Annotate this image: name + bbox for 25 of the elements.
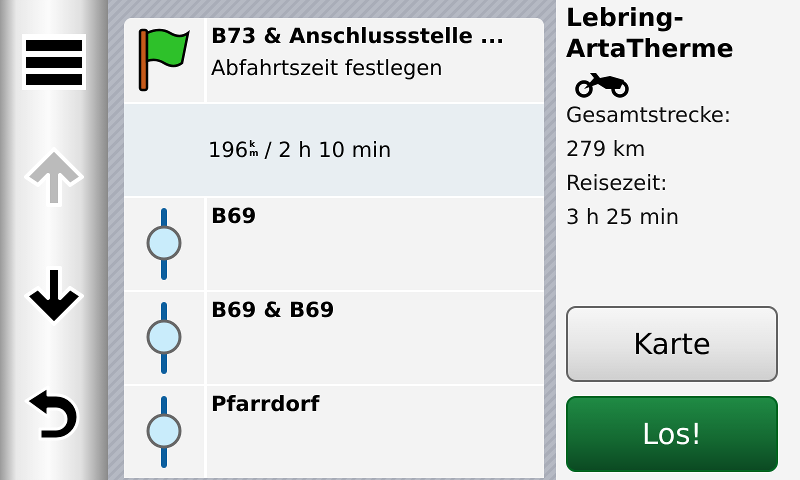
route-stop-row[interactable]: B69 [124,198,544,290]
travel-time-label: Reisezeit: [566,170,668,197]
up-arrow-icon [22,144,86,208]
stop-name: B69 [211,204,258,228]
stop-name: Pfarrdorf [211,392,320,416]
route-stop-row[interactable]: Pfarrdorf [124,386,544,478]
waypoint-icon [144,394,184,470]
map-button[interactable]: Karte [566,306,778,382]
destination-name: Lebring-ArtaTherme [566,2,735,64]
flag-icon [136,27,192,93]
total-distance-label: Gesamtstrecke: [566,102,732,129]
go-button[interactable]: Los! [566,396,778,472]
motorcycle-icon [574,70,630,98]
stop-name: B69 & B69 [211,298,336,322]
total-distance: 279 km [566,136,646,163]
waypoint-icon [144,300,184,376]
departure-time-link[interactable]: Abfahrtszeit festlegen [211,56,540,80]
menu-icon [22,34,86,90]
segment-duration: / 2 h 10 min [264,138,392,162]
waypoint-icon [144,206,184,282]
travel-time: 3 h 25 min [566,204,680,231]
route-stop-row[interactable]: B73 & Anschlussstelle ... Abfahrtszeit festlegen [124,18,544,102]
down-arrow-icon [22,264,86,328]
route-stop-row[interactable]: B69 & B69 [124,292,544,384]
stop-name: B73 & Anschlussstelle ... [211,24,506,48]
